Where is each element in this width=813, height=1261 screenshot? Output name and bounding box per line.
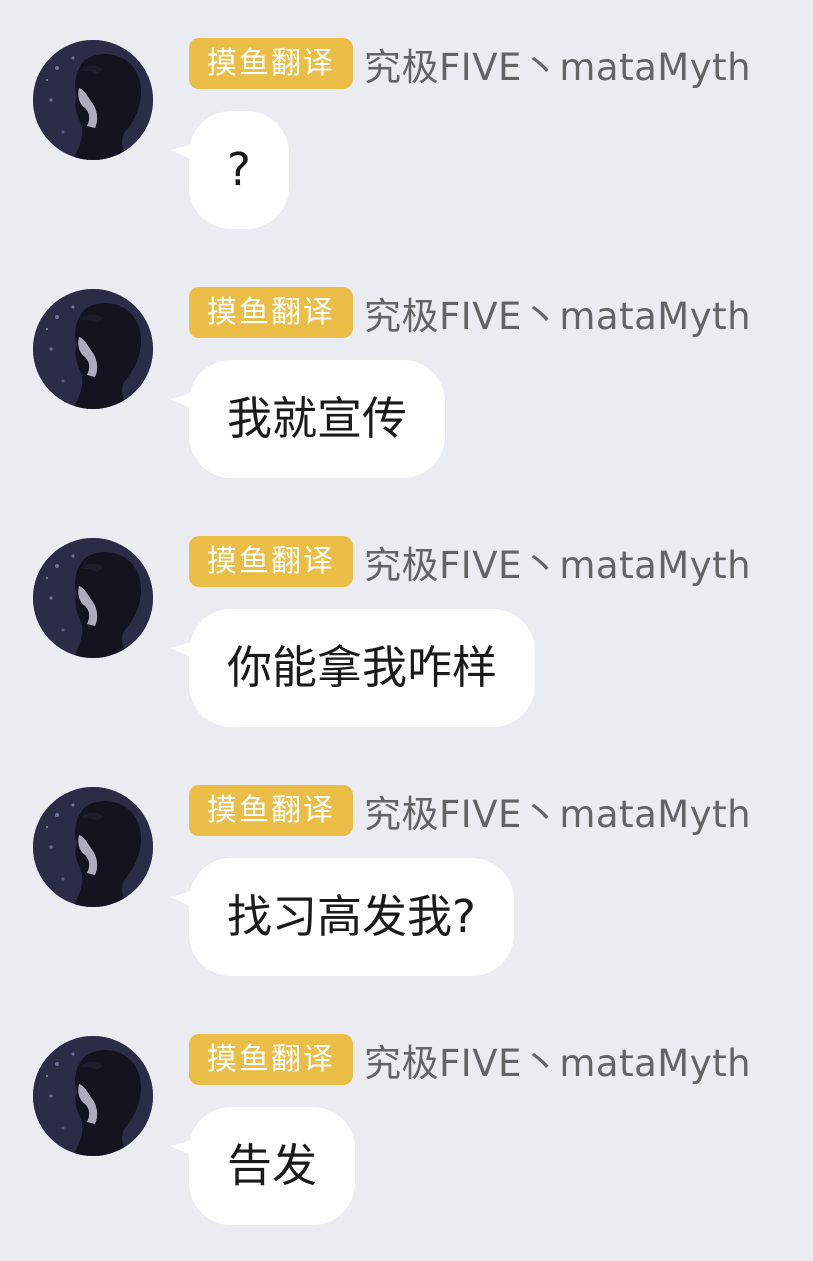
group-title-badge: 摸鱼翻译	[189, 785, 353, 836]
message-bubble[interactable]: 告发	[189, 1107, 356, 1225]
message-header: 摸鱼翻译 究极FIVE丶mataMyth	[189, 38, 751, 89]
message-item: 摸鱼翻译 究极FIVE丶mataMyth ?	[0, 0, 813, 229]
group-title-badge: 摸鱼翻译	[189, 38, 353, 89]
anime-avatar-icon	[33, 40, 153, 160]
message-bubble[interactable]: 找习高发我?	[189, 858, 514, 976]
sender-nickname[interactable]: 究极FIVE丶mataMyth	[364, 286, 751, 340]
sender-nickname[interactable]: 究极FIVE丶mataMyth	[364, 535, 751, 589]
message-item: 摸鱼翻译 究极FIVE丶mataMyth 你能拿我咋样	[0, 498, 813, 727]
message-item: 摸鱼翻译 究极FIVE丶mataMyth 我就宣传	[0, 249, 813, 478]
message-bubble[interactable]: ?	[189, 111, 289, 229]
message-header: 摸鱼翻译 究极FIVE丶mataMyth	[189, 536, 751, 587]
user-avatar[interactable]	[33, 1036, 153, 1156]
sender-nickname[interactable]: 究极FIVE丶mataMyth	[364, 1033, 751, 1087]
anime-avatar-icon	[33, 1036, 153, 1156]
chat-message-list: 摸鱼翻译 究极FIVE丶mataMyth ? 摸鱼翻译 究极FIVE丶mataM…	[0, 0, 813, 1261]
anime-avatar-icon	[33, 538, 153, 658]
group-title-badge: 摸鱼翻译	[189, 1034, 353, 1085]
message-item: 摸鱼翻译 究极FIVE丶mataMyth 找习高发我?	[0, 747, 813, 976]
user-avatar[interactable]	[33, 40, 153, 160]
anime-avatar-icon	[33, 787, 153, 907]
user-avatar[interactable]	[33, 289, 153, 409]
user-avatar[interactable]	[33, 538, 153, 658]
anime-avatar-icon	[33, 289, 153, 409]
message-header: 摸鱼翻译 究极FIVE丶mataMyth	[189, 287, 751, 338]
message-header: 摸鱼翻译 究极FIVE丶mataMyth	[189, 1034, 751, 1085]
message-bubble[interactable]: 我就宣传	[189, 360, 446, 478]
message-item: 摸鱼翻译 究极FIVE丶mataMyth 告发	[0, 996, 813, 1225]
group-title-badge: 摸鱼翻译	[189, 287, 353, 338]
message-bubble[interactable]: 你能拿我咋样	[189, 609, 536, 727]
sender-nickname[interactable]: 究极FIVE丶mataMyth	[364, 37, 751, 91]
sender-nickname[interactable]: 究极FIVE丶mataMyth	[364, 784, 751, 838]
user-avatar[interactable]	[33, 787, 153, 907]
group-title-badge: 摸鱼翻译	[189, 536, 353, 587]
message-header: 摸鱼翻译 究极FIVE丶mataMyth	[189, 785, 751, 836]
